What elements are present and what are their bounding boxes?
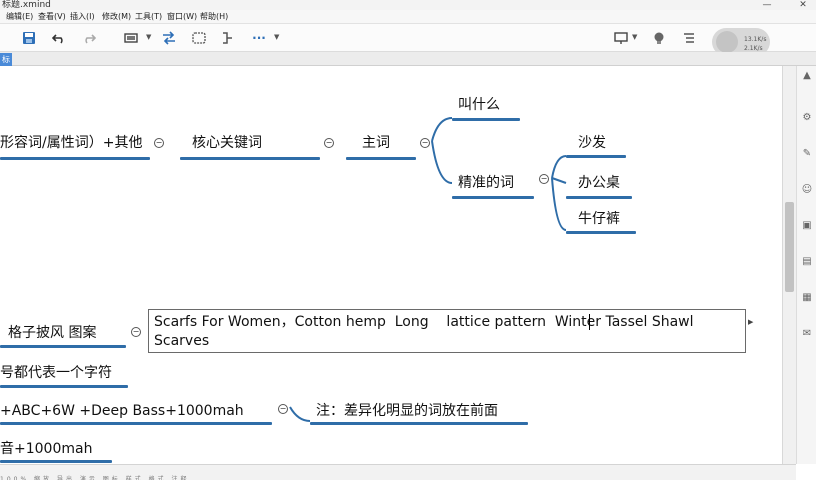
network-meter-gauge <box>716 31 738 53</box>
network-download-speed: 2.1K/s <box>744 45 763 52</box>
topic-jeans-underline <box>566 231 636 234</box>
network-upload-speed: 13.1K/s <box>744 36 767 43</box>
topic-attribute-word-underline <box>0 157 150 160</box>
topic-edit-text[interactable]: Scarfs For Women，Cotton hemp Long lattic… <box>154 313 742 351</box>
right-panel-bar: ▲ ⚙ ✎ ☺ ▣ ▤ ▦ ✉ <box>796 66 816 464</box>
menu-tools[interactable]: 工具(T) <box>135 11 162 23</box>
menu-insert[interactable]: 插入(I) <box>70 11 95 23</box>
menu-help[interactable]: 帮助(H) <box>200 11 228 23</box>
outline-icon[interactable] <box>680 29 698 47</box>
topic-attribute-word[interactable]: 形容词/属性词）+其他 <box>0 134 142 152</box>
more-icon[interactable]: ··· <box>250 29 268 47</box>
collapse-icon[interactable]: − <box>324 138 334 148</box>
more-dropdown-icon[interactable]: ▼ <box>274 33 279 41</box>
topic-office-desk-underline <box>566 196 632 199</box>
topic-jeans[interactable]: 牛仔裤 <box>578 210 620 228</box>
relationship-icon[interactable] <box>160 29 178 47</box>
collapse-icon[interactable]: − <box>420 138 430 148</box>
topic-character-note[interactable]: 号都代表一个字符 <box>0 364 112 382</box>
topic-edit-textbox[interactable]: Scarfs For Women，Cotton hemp Long lattic… <box>148 309 746 353</box>
panel-overview-icon[interactable]: ▤ <box>801 256 813 268</box>
menu-modify[interactable]: 修改(M) <box>102 11 131 23</box>
window-title: 标题.xmind <box>2 0 51 10</box>
collapse-icon[interactable]: − <box>278 404 288 414</box>
topic-core-keyword-underline <box>180 157 320 160</box>
boundary-icon[interactable] <box>190 29 208 47</box>
collapse-icon[interactable]: − <box>154 138 164 148</box>
topic-sofa[interactable]: 沙发 <box>578 134 606 152</box>
window-title-bar: 标题.xmind <box>0 0 816 10</box>
minimize-button[interactable]: — <box>760 0 774 10</box>
topic-main-word-underline <box>346 157 416 160</box>
topic-abc-deep-bass[interactable]: +ABC+6W +Deep Bass+1000mah <box>0 402 244 420</box>
text-cursor <box>589 314 590 330</box>
panel-icons-icon[interactable]: ☺ <box>801 184 813 196</box>
topic-plaid-cape-pattern[interactable]: 格子披风 图案 <box>8 324 96 342</box>
presentation-dropdown-icon[interactable]: ▼ <box>632 33 637 41</box>
topic-office-desk[interactable]: 办公桌 <box>578 174 620 192</box>
menu-bar: 编辑(E) 查看(V) 插入(I) 修改(M) 工具(T) 窗口(W) 帮助(H… <box>0 10 816 24</box>
topic-core-keyword[interactable]: 核心关键词 <box>192 134 262 152</box>
topic-precise-word[interactable]: 精准的词 <box>458 174 514 192</box>
panel-markers-icon[interactable]: ✎ <box>801 148 813 160</box>
topic-1000mah[interactable]: 音+1000mah <box>0 440 92 458</box>
presentation-icon[interactable] <box>612 29 630 47</box>
topic-abc-deep-bass-underline <box>0 422 272 425</box>
menu-view[interactable]: 查看(V) <box>38 11 66 23</box>
topic-main-word[interactable]: 主词 <box>362 134 390 152</box>
redo-icon[interactable] <box>80 29 98 47</box>
topic-plaid-cape-underline <box>0 345 126 348</box>
bottom-status-bar: 100% 缩放 导出 演示 图标 样式 格式 注释 <box>0 476 190 480</box>
save-icon[interactable] <box>20 29 38 47</box>
topic-note-underline <box>310 422 528 425</box>
panel-comments-icon[interactable]: ✉ <box>801 328 813 340</box>
tab-strip: 标 <box>0 52 816 66</box>
tab-current-sheet[interactable]: 标 <box>0 53 12 66</box>
undo-icon[interactable] <box>50 29 68 47</box>
insert-topic-dropdown-icon[interactable]: ▼ <box>146 33 151 41</box>
topic-what-called[interactable]: 叫什么 <box>458 96 500 114</box>
insert-topic-icon[interactable] <box>122 29 140 47</box>
mindmap-canvas[interactable]: 形容词/属性词）+其他 − 核心关键词 − 主词 − 叫什么 精准的词 − 沙发… <box>0 66 782 464</box>
topic-what-called-underline <box>452 118 520 121</box>
topic-precise-word-underline <box>452 196 534 199</box>
topic-note-differentiation[interactable]: 注：差异化明显的词放在前面 <box>316 402 498 420</box>
toolbar: ▼ ··· ▼ ▼ <box>0 24 816 52</box>
panel-scroll-up-icon[interactable]: ▲ <box>801 70 813 82</box>
more-label: ··· <box>252 31 266 45</box>
textbox-expand-icon[interactable]: ▶ <box>748 318 753 326</box>
menu-edit[interactable]: 编辑(E) <box>6 11 33 23</box>
panel-styles-icon[interactable]: ▣ <box>801 220 813 232</box>
collapse-icon[interactable]: − <box>131 327 141 337</box>
panel-notes-icon[interactable]: ▦ <box>801 292 813 304</box>
topic-character-note-underline <box>0 385 128 388</box>
topic-sofa-underline <box>566 155 626 158</box>
close-button[interactable]: ✕ <box>796 0 810 10</box>
vertical-scrollbar-thumb[interactable] <box>785 202 794 292</box>
collapse-icon[interactable]: − <box>539 174 549 184</box>
menu-window[interactable]: 窗口(W) <box>167 11 197 23</box>
lightbulb-icon[interactable] <box>650 29 668 47</box>
vertical-scrollbar[interactable] <box>782 66 796 464</box>
topic-1000mah-underline <box>0 460 112 463</box>
panel-properties-icon[interactable]: ⚙ <box>801 112 813 124</box>
summary-icon[interactable] <box>218 29 236 47</box>
